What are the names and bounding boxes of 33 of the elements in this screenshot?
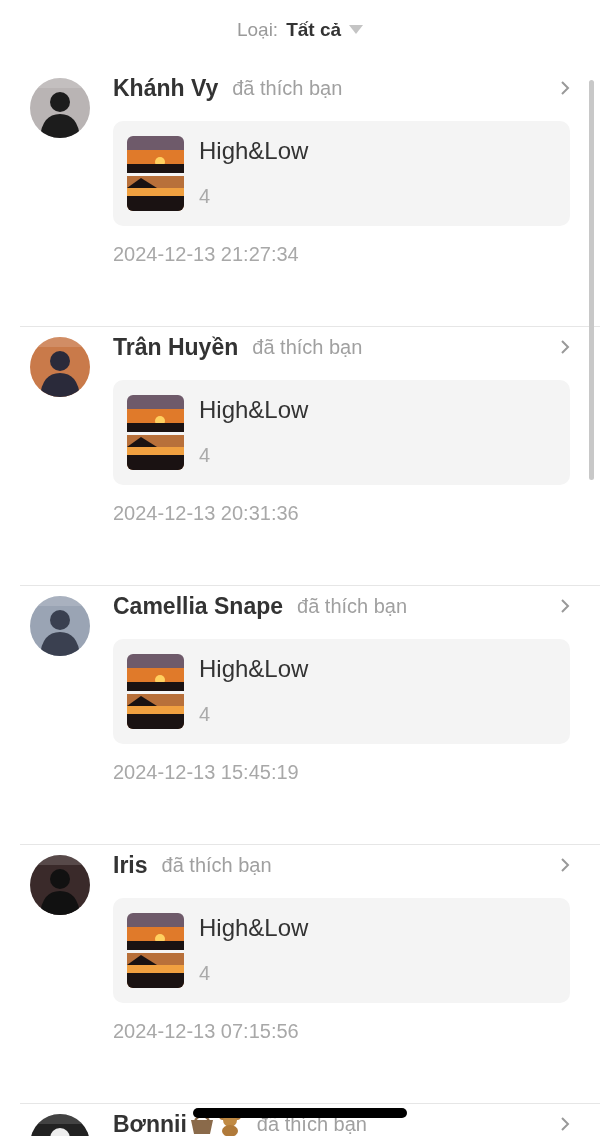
post-card[interactable]: High&Low 4 bbox=[113, 639, 570, 744]
photo-count: 4 bbox=[199, 184, 212, 209]
user-name[interactable]: Camellia Snape bbox=[113, 588, 284, 624]
action-text: đã thích bạn bbox=[252, 335, 363, 360]
post-title: High&Low bbox=[199, 913, 309, 943]
action-text: đã thích bạn bbox=[232, 76, 343, 101]
chevron-right-icon[interactable] bbox=[560, 80, 570, 96]
caret-icon bbox=[349, 25, 364, 35]
user-name[interactable]: Bơnnii bbox=[113, 1106, 187, 1136]
user-name[interactable]: Trân Huyền bbox=[113, 329, 239, 365]
post-card[interactable]: High&Low 4 bbox=[113, 898, 570, 1003]
filter-dropdown[interactable]: Tất cả bbox=[286, 15, 364, 45]
photo-count: 4 bbox=[199, 961, 212, 986]
post-card[interactable]: High&Low 4 bbox=[113, 121, 570, 226]
post-title: High&Low bbox=[199, 136, 309, 166]
chevron-right-icon[interactable] bbox=[560, 598, 570, 614]
timestamp: 2024-12-13 20:31:36 bbox=[113, 501, 299, 526]
post-title: High&Low bbox=[199, 395, 309, 425]
action-text: đã thích bạn bbox=[161, 853, 272, 878]
chevron-right-icon[interactable] bbox=[560, 1116, 570, 1132]
user-name[interactable]: Iris bbox=[113, 847, 148, 883]
filter-label: Loại: bbox=[236, 17, 279, 42]
action-text: đã thích bạn bbox=[297, 594, 408, 619]
photo-count: 4 bbox=[199, 702, 212, 727]
photo-count: 4 bbox=[199, 443, 212, 468]
timestamp: 2024-12-13 21:27:34 bbox=[113, 242, 299, 267]
chevron-right-icon[interactable] bbox=[560, 857, 570, 873]
post-card[interactable]: High&Low 4 bbox=[113, 380, 570, 485]
user-name[interactable]: Khánh Vy bbox=[113, 70, 219, 106]
chevron-right-icon[interactable] bbox=[560, 339, 570, 355]
timestamp: 2024-12-13 15:45:19 bbox=[113, 760, 299, 785]
timestamp: 2024-12-13 07:15:56 bbox=[113, 1019, 299, 1044]
post-title: High&Low bbox=[199, 654, 309, 684]
